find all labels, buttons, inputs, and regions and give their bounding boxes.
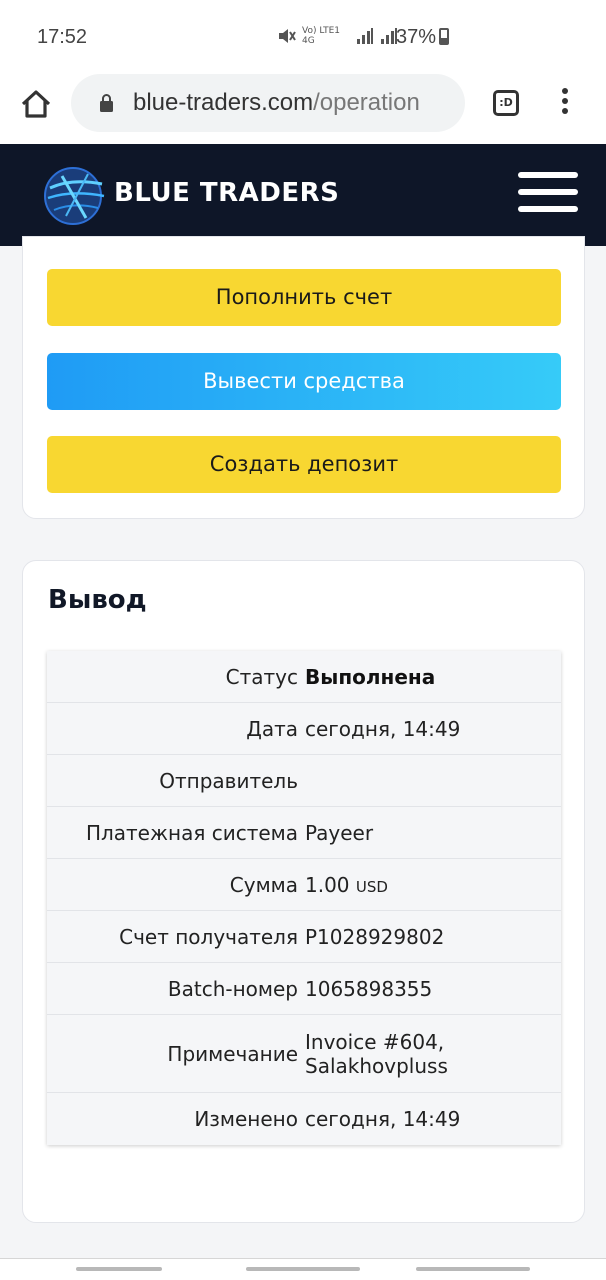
overflow-menu-icon[interactable] bbox=[558, 86, 572, 120]
nav-recents-handle[interactable] bbox=[76, 1267, 162, 1271]
system-nav-bar bbox=[0, 1258, 606, 1280]
detail-label: Batch-номер bbox=[167, 976, 298, 1001]
amount-currency: USD bbox=[355, 877, 388, 896]
detail-label: Дата bbox=[246, 716, 298, 741]
withdrawal-details-table: Статус Выполнена Дата сегодня, 14:49 Отп… bbox=[47, 651, 561, 1145]
battery-level: 37% bbox=[396, 26, 450, 49]
url-path: /operation bbox=[313, 89, 420, 116]
nav-home-handle[interactable] bbox=[246, 1267, 360, 1271]
site-header: BLUE TRADERS bbox=[0, 144, 606, 246]
payment-system-value: Payeer bbox=[305, 820, 374, 845]
create-deposit-button[interactable]: Создать депозит bbox=[47, 436, 561, 493]
detail-label: Отправитель bbox=[159, 768, 298, 793]
url-text: blue-traders.com/operation bbox=[133, 89, 420, 117]
detail-row-payment-system: Платежная система Payeer bbox=[47, 807, 561, 859]
detail-row-note: Примечание Invoice #604, Salakhovpluss bbox=[47, 1015, 561, 1093]
detail-row-modified: Изменено сегодня, 14:49 bbox=[47, 1093, 561, 1145]
amount-number: 1.00 bbox=[305, 872, 350, 897]
detail-label: Статус bbox=[225, 664, 298, 689]
withdrawal-details-card: Вывод Статус Выполнена Дата сегодня, 14:… bbox=[22, 560, 585, 1223]
battery-percent: 37% bbox=[396, 26, 437, 48]
nav-back-handle[interactable] bbox=[416, 1267, 530, 1271]
status-value: Выполнена bbox=[305, 664, 436, 689]
date-value: сегодня, 14:49 bbox=[305, 716, 461, 741]
recipient-account-value: P1028929802 bbox=[305, 924, 445, 949]
note-value: Invoice #604, Salakhovpluss bbox=[305, 1029, 448, 1078]
url-bar[interactable]: blue-traders.com/operation bbox=[71, 74, 465, 132]
status-time: 17:52 bbox=[37, 26, 88, 48]
status-bar: 17:52 Vo) LTE1 4G 37% bbox=[0, 0, 606, 72]
detail-label: Примечание bbox=[167, 1041, 298, 1066]
batch-number-value: 1065898355 bbox=[305, 976, 433, 1001]
detail-row-recipient-account: Счет получателя P1028929802 bbox=[47, 911, 561, 963]
deposit-funds-button[interactable]: Пополнить счет bbox=[47, 269, 561, 326]
lock-icon bbox=[100, 94, 113, 112]
detail-label: Сумма bbox=[229, 872, 298, 897]
home-icon[interactable] bbox=[18, 86, 54, 122]
blue-traders-logo[interactable] bbox=[42, 164, 108, 226]
battery-icon bbox=[439, 28, 450, 45]
mute-icon bbox=[279, 29, 296, 43]
detail-row-amount: Сумма 1.00 USD bbox=[47, 859, 561, 911]
withdrawal-title: Вывод bbox=[48, 585, 147, 615]
browser-toolbar: blue-traders.com/operation :D bbox=[0, 72, 606, 144]
amount-value: 1.00 USD bbox=[305, 873, 561, 897]
detail-row-status: Статус Выполнена bbox=[47, 651, 561, 703]
detail-label: Платежная система bbox=[85, 820, 298, 845]
detail-row-sender: Отправитель bbox=[47, 755, 561, 807]
status-icons: Vo) LTE1 4G bbox=[276, 26, 398, 46]
hamburger-menu-icon[interactable] bbox=[518, 172, 578, 212]
site-brand-name[interactable]: BLUE TRADERS bbox=[114, 178, 339, 208]
detail-label: Изменено bbox=[194, 1107, 298, 1131]
modified-value: сегодня, 14:49 bbox=[305, 1107, 461, 1131]
detail-label: Счет получателя bbox=[119, 924, 298, 949]
account-actions-card: Пополнить счет Вывести средства Создать … bbox=[22, 236, 585, 519]
tab-switcher-button[interactable]: :D bbox=[493, 90, 519, 116]
url-domain: blue-traders.com bbox=[133, 89, 314, 116]
withdraw-funds-button[interactable]: Вывести средства bbox=[47, 353, 561, 410]
detail-row-batch: Batch-номер 1065898355 bbox=[47, 963, 561, 1015]
network-type-label: Vo) LTE1 4G bbox=[302, 26, 341, 46]
signal-icon bbox=[357, 28, 373, 44]
detail-row-date: Дата сегодня, 14:49 bbox=[47, 703, 561, 755]
